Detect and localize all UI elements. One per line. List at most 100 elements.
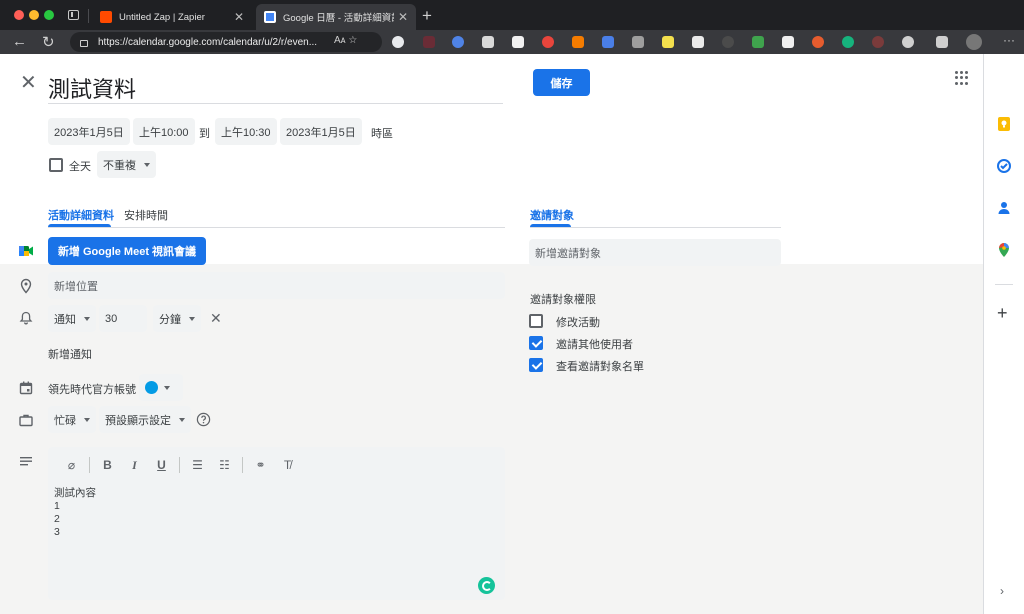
start-time-picker[interactable]: 上午10:00 [133,118,195,145]
event-edit-page: ✕ 測試資料 儲存 2023年1月5日 上午10:00 到 上午10:30 20… [0,54,1024,614]
save-button[interactable]: 儲存 [533,69,590,96]
start-date-picker[interactable]: 2023年1月5日 [48,118,130,145]
extension-icon[interactable] [872,36,884,48]
collections-icon[interactable] [936,36,948,48]
zapier-favicon-icon [100,11,112,23]
calendar-icon [19,381,33,395]
tabs-divider [530,227,781,228]
new-tab-icon[interactable]: + [422,6,432,26]
extension-icon[interactable] [782,36,794,48]
extension-icon[interactable] [542,36,554,48]
repeat-dropdown[interactable]: 不重複 [97,151,156,178]
help-icon[interactable] [196,412,211,427]
notification-value-input[interactable]: 30 [99,305,147,332]
read-aloud-favorite-icons[interactable]: Aᴀ ☆ [334,35,357,46]
extension-icon[interactable] [692,36,704,48]
google-contacts-icon[interactable] [996,200,1012,216]
browser-tab-calendar[interactable]: Google 日曆 - 活動詳細資訊 ✕ [256,4,416,30]
location-input[interactable]: 新增位置 [48,272,505,299]
extension-icon[interactable] [602,36,614,48]
timezone-button[interactable]: 時區 [371,125,393,141]
all-day-checkbox[interactable] [49,158,63,172]
chevron-right-icon[interactable]: › [1000,584,1004,598]
extension-icon[interactable] [632,36,644,48]
briefcase-icon [19,414,33,427]
description-text[interactable]: 測試內容 1 2 3 [54,487,96,539]
reload-icon[interactable]: ↻ [42,33,55,51]
permission-invite-others-checkbox[interactable] [529,336,543,350]
add-google-meet-button[interactable]: 新增 Google Meet 視訊會議 [48,237,206,265]
visibility-dropdown[interactable]: 預設顯示設定 [99,406,191,433]
url-text: https://calendar.google.com/calendar/u/2… [98,36,318,48]
availability-value: 忙碌 [54,414,76,427]
extension-icon[interactable] [452,36,464,48]
google-meet-icon [19,246,33,256]
link-icon[interactable]: ⚭ [247,458,274,472]
permission-see-guest-list-checkbox[interactable] [529,358,543,372]
color-swatch [145,381,158,394]
chevron-down-icon [84,316,90,321]
extension-icon[interactable] [392,36,404,48]
guest-permissions-title: 邀請對象權限 [530,294,596,306]
window-maximize-icon[interactable] [44,10,54,20]
permission-modify-event-label: 修改活動 [556,317,600,329]
notification-type-dropdown[interactable]: 通知 [48,305,96,332]
notification-unit-dropdown[interactable]: 分鐘 [153,305,201,332]
tab-close-icon[interactable]: ✕ [234,10,244,24]
permission-modify-event-checkbox[interactable] [529,314,543,328]
attachment-icon[interactable]: ⌀ [58,458,85,472]
chevron-down-icon [144,162,150,167]
extension-icon[interactable] [722,36,734,48]
tab-title: Untitled Zap | Zapier [119,11,205,23]
profile-icon[interactable] [966,34,982,50]
google-keep-icon[interactable] [996,116,1012,132]
end-date-picker[interactable]: 2023年1月5日 [280,118,362,145]
google-apps-icon[interactable] [955,71,969,85]
google-maps-icon[interactable] [996,242,1012,258]
tabs-divider [48,227,505,228]
extension-icon[interactable] [423,36,435,48]
google-tasks-icon[interactable] [996,158,1012,174]
location-pin-icon [20,278,32,294]
event-title-input[interactable]: 測試資料 [48,68,503,104]
lock-icon [80,39,88,47]
event-color-dropdown[interactable] [139,374,183,401]
extension-icon[interactable] [842,36,854,48]
extension-icon[interactable] [512,36,524,48]
description-line: 2 [54,513,60,525]
back-icon[interactable]: ← [12,33,27,50]
bulleted-list-icon[interactable]: ☷ [211,458,238,472]
italic-icon[interactable]: I [121,458,148,473]
tab-close-icon[interactable]: ✕ [398,10,408,24]
bold-icon[interactable]: B [94,458,121,472]
extension-icon[interactable] [812,36,824,48]
close-icon[interactable]: ✕ [20,73,37,93]
window-close-icon[interactable] [14,10,24,20]
end-time-picker[interactable]: 上午10:30 [215,118,277,145]
add-guests-input[interactable]: 新增邀請對象 [529,239,781,266]
add-addon-icon[interactable]: + [997,304,1008,322]
description-line: 測試內容 [54,487,96,499]
add-notification-link[interactable]: 新增通知 [48,346,92,362]
extension-icon[interactable] [752,36,764,48]
numbered-list-icon[interactable]: ☰ [184,458,211,472]
tab-guests[interactable]: 邀請對象 [530,207,574,223]
remove-formatting-icon[interactable]: T̸ [274,458,301,472]
underline-icon[interactable]: U [148,458,175,472]
availability-dropdown[interactable]: 忙碌 [48,406,96,433]
extension-icon[interactable] [572,36,584,48]
extension-icon[interactable] [662,36,674,48]
window-minimize-icon[interactable] [29,10,39,20]
grammarly-icon[interactable] [478,577,495,594]
description-editor[interactable]: ⌀ B I U ☰ ☷ ⚭ T̸ 測試內容 1 2 3 [48,447,505,600]
more-options-icon[interactable]: ··· [1003,33,1015,47]
tab-find-a-time[interactable]: 安排時間 [124,207,168,223]
tab-event-details[interactable]: 活動詳細資料 [48,207,114,223]
extension-icon[interactable] [482,36,494,48]
tab-actions-icon[interactable] [68,10,79,20]
extensions-puzzle-icon[interactable] [902,36,914,48]
browser-tab-zapier[interactable]: Untitled Zap | Zapier ✕ [92,4,252,30]
description-icon [20,457,32,466]
remove-notification-icon[interactable]: ✕ [210,310,222,327]
repeat-value: 不重複 [103,159,136,172]
